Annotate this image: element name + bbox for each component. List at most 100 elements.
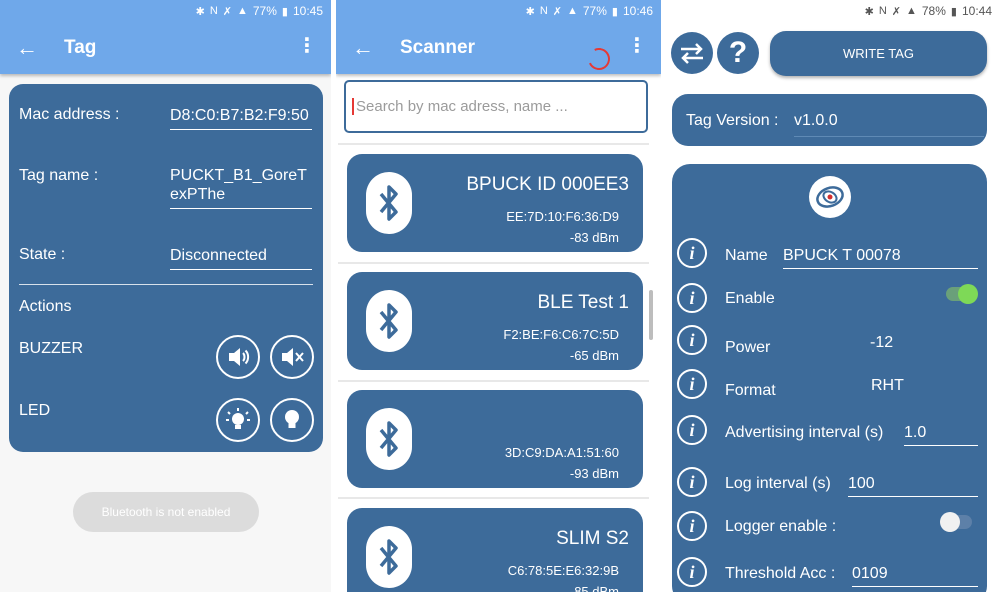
tag-settings-screen: ✱ N ✗ ▲ 78% ▮ 10:44 ? WRITE TAG Tag Vers… — [666, 0, 1000, 592]
power-value[interactable]: -12 — [870, 334, 893, 352]
advertising-interval-field[interactable]: 1.0 — [904, 424, 978, 446]
app-bar: ← Tag ⋮ — [0, 22, 331, 74]
tag-version-label: Tag Version : — [686, 112, 779, 129]
back-arrow-icon[interactable]: ← — [352, 35, 374, 61]
scanner-screen: ← Scanner ⋮ ✱ N ✗ ▲ 77% ▮ 10:46 BPUCK ID… — [336, 0, 661, 592]
help-button[interactable]: ? — [717, 32, 759, 74]
state-label: State : — [19, 246, 66, 263]
name-label: Name — [725, 247, 768, 264]
status-bar: ✱ N ✗ ▲ 77% ▮ 10:46 — [336, 0, 661, 22]
device-name: BPUCK ID 000EE3 — [466, 174, 629, 195]
clock: 10:46 — [622, 4, 653, 18]
search-input[interactable] — [352, 98, 622, 115]
log-interval-label: Log interval (s) — [725, 475, 831, 492]
swap-button[interactable] — [671, 32, 713, 74]
tag-screen: ← Tag ⋮ ✱ N ✗ ▲ 77% ▮ 10:45 Mac address … — [0, 0, 331, 592]
page-title: Scanner — [400, 37, 475, 58]
device-mac: 3D:C9:DA:A1:51:60 — [504, 445, 619, 460]
format-label: Format — [725, 382, 776, 399]
battery-percent: 78% — [921, 4, 946, 18]
info-icon[interactable]: i — [677, 369, 707, 399]
battery-icon: ▮ — [281, 5, 288, 18]
speaker-mute-icon — [282, 348, 304, 366]
device-mac: EE:7D:10:F6:36:D9 — [506, 209, 619, 224]
tag-name-label: Tag name : — [19, 167, 99, 184]
enable-label: Enable — [725, 290, 775, 307]
tag-name-value: PUCKT_B1_GoreTexPThe — [170, 166, 312, 209]
led-on-button[interactable] — [216, 398, 260, 442]
bluetooth-icon — [366, 290, 412, 352]
tag-version-value: v1.0.0 — [794, 112, 984, 137]
overflow-menu-icon[interactable]: ⋮ — [627, 36, 647, 56]
info-icon[interactable]: i — [677, 325, 707, 355]
device-name: BLE Test 1 — [537, 292, 629, 313]
mute-status-icon: ✗ — [552, 5, 562, 18]
led-label: LED — [19, 402, 51, 419]
buzzer-off-button[interactable] — [270, 335, 314, 379]
question-mark-icon: ? — [728, 36, 748, 69]
tag-version-bar: Tag Version : v1.0.0 — [672, 94, 987, 146]
info-icon[interactable]: i — [677, 557, 707, 587]
divider — [19, 284, 313, 285]
actions-heading: Actions — [19, 298, 72, 315]
lightbulb-on-icon — [226, 408, 250, 429]
bluetooth-icon — [366, 526, 412, 588]
device-rssi: -65 dBm — [569, 348, 619, 363]
device-card-bpuck[interactable]: BPUCK ID 000EE3 EE:7D:10:F6:36:D9 -83 dB… — [347, 154, 643, 252]
device-card-slim[interactable]: SLIM S2 C6:78:5E:E6:32:9B -85 dBm — [347, 508, 643, 592]
scrollbar[interactable] — [649, 290, 653, 340]
brand-logo-icon — [809, 176, 851, 218]
nfc-status-icon: N — [878, 5, 887, 17]
mac-address-label: Mac address : — [19, 106, 120, 123]
led-off-button[interactable] — [270, 398, 314, 442]
battery-icon: ▮ — [950, 5, 957, 18]
name-field[interactable]: BPUCK T 00078 — [783, 247, 978, 269]
threshold-acc-field[interactable]: 0109 — [852, 565, 978, 587]
status-bar: ✱ N ✗ ▲ 77% ▮ 10:45 — [0, 0, 331, 22]
bluetooth-icon — [366, 172, 412, 234]
log-interval-field[interactable]: 100 — [848, 475, 978, 497]
info-icon[interactable]: i — [677, 283, 707, 313]
info-icon[interactable]: i — [677, 415, 707, 445]
logger-enable-label: Logger enable : — [725, 518, 837, 535]
bluetooth-status-icon: ✱ — [195, 5, 205, 18]
battery-icon: ▮ — [611, 5, 618, 18]
info-icon[interactable]: i — [677, 238, 707, 268]
bluetooth-status-icon: ✱ — [864, 5, 874, 18]
signal-status-icon: ▲ — [566, 5, 578, 17]
battery-percent: 77% — [582, 4, 607, 18]
device-mac: C6:78:5E:E6:32:9B — [507, 563, 619, 578]
status-bar: ✱ N ✗ ▲ 78% ▮ 10:44 — [666, 0, 1000, 22]
buzzer-label: BUZZER — [19, 340, 83, 357]
nfc-status-icon: N — [209, 5, 218, 17]
back-arrow-icon[interactable]: ← — [16, 35, 38, 61]
bluetooth-icon — [366, 408, 412, 470]
signal-status-icon: ▲ — [905, 5, 917, 17]
buzzer-on-button[interactable] — [216, 335, 260, 379]
list-divider — [338, 497, 649, 499]
bluetooth-status-icon: ✱ — [525, 5, 535, 18]
mute-status-icon: ✗ — [222, 5, 232, 18]
mute-status-icon: ✗ — [891, 5, 901, 18]
app-bar: ← Scanner ⋮ — [336, 22, 661, 74]
device-card-unnamed[interactable]: 3D:C9:DA:A1:51:60 -93 dBm — [347, 390, 643, 488]
write-tag-button[interactable]: WRITE TAG — [770, 31, 987, 76]
clock: 10:45 — [292, 4, 323, 18]
power-label: Power — [725, 339, 771, 356]
info-icon[interactable]: i — [677, 511, 707, 541]
device-name: SLIM S2 — [556, 528, 629, 549]
format-value[interactable]: RHT — [871, 377, 904, 395]
search-box[interactable] — [344, 80, 648, 133]
enable-toggle[interactable] — [946, 284, 978, 304]
device-card-ble-test[interactable]: BLE Test 1 F2:BE:F6:C6:7C:5D -65 dBm — [347, 272, 643, 370]
overflow-menu-icon[interactable]: ⋮ — [297, 36, 317, 56]
device-rssi: -83 dBm — [569, 230, 619, 245]
info-icon[interactable]: i — [677, 467, 707, 497]
lightbulb-off-icon — [285, 410, 299, 428]
device-rssi: -85 dBm — [569, 584, 619, 592]
state-value: Disconnected — [170, 246, 312, 270]
loading-spinner-icon — [584, 44, 614, 74]
logger-enable-toggle[interactable] — [940, 512, 972, 532]
battery-percent: 77% — [252, 4, 277, 18]
clock: 10:44 — [961, 4, 992, 18]
